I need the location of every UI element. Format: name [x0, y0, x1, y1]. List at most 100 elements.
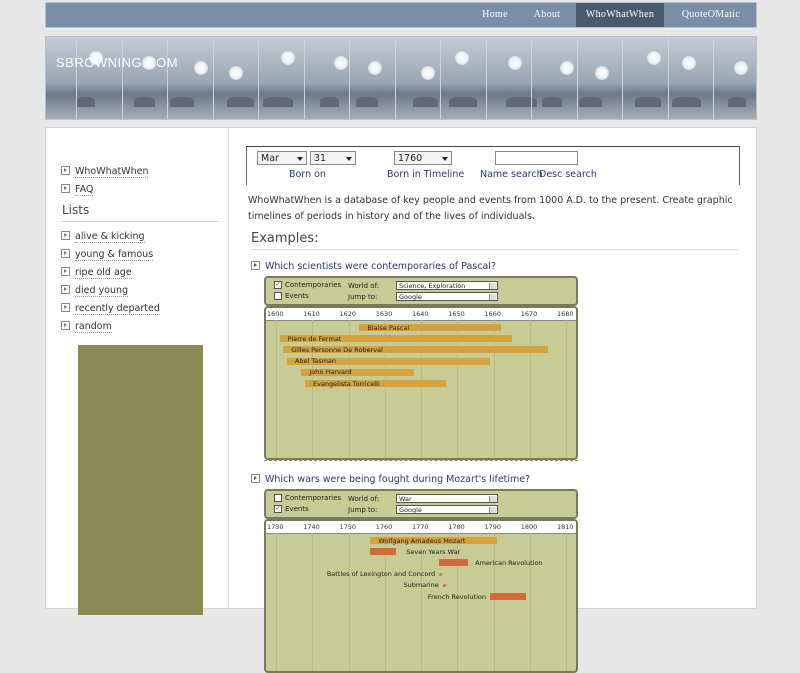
banner-tile: [394, 37, 442, 119]
sidebar-link-recently-departed[interactable]: recently departed: [61, 302, 160, 316]
banner-tile: [121, 37, 169, 119]
world-of-label: World of:: [348, 282, 380, 290]
top-navigation: Home About WhoWhatWhen QuoteOMatic: [45, 2, 757, 28]
divider: [264, 460, 578, 461]
nav-about[interactable]: About: [526, 3, 568, 27]
arrow-bullet-icon: [61, 303, 70, 312]
mountain-silhouette: [578, 97, 602, 107]
banner-tile: [485, 37, 537, 119]
month-select[interactable]: Mar: [257, 151, 307, 165]
event-bar[interactable]: [489, 593, 527, 600]
world-of-select[interactable]: Science, Exploration: [396, 281, 498, 290]
event-bar[interactable]: [439, 572, 443, 576]
sun-glow: [734, 61, 748, 75]
sidebar-link-faq[interactable]: FAQ: [61, 183, 94, 197]
banner-tile: [622, 37, 669, 119]
jump-to-select[interactable]: Google: [396, 292, 498, 301]
born-on-link[interactable]: Born on: [289, 169, 326, 180]
sidebar-link-died-young[interactable]: died young: [61, 284, 129, 298]
timeline-chart: 1730 1740 1750 1760 1770 1780 1790 1800 1810 Wol…: [264, 519, 578, 673]
gridline: [493, 533, 495, 671]
site-title[interactable]: SBROWNING.COM: [56, 55, 178, 70]
name-search-input[interactable]: [495, 151, 578, 165]
gridline: [529, 533, 531, 671]
tick-label: 1620: [339, 310, 357, 318]
event-label: French Revolution: [427, 592, 486, 601]
checkbox-icon: [274, 292, 282, 300]
arrow-bullet-icon: [61, 184, 70, 193]
mountain-silhouette: [263, 97, 293, 107]
year-select[interactable]: 1760: [394, 151, 452, 165]
sidebar-link-young-famous[interactable]: young & famous: [61, 248, 154, 262]
arrow-bullet-icon: [251, 474, 260, 483]
jump-to-select[interactable]: Google: [396, 505, 498, 514]
banner-tile: [576, 37, 624, 119]
dropdown-arrow-icon: [489, 294, 496, 300]
person-label: Pierre de Fermat: [287, 334, 342, 343]
world-of-select[interactable]: War: [396, 494, 498, 503]
banner-tile: [713, 37, 756, 119]
day-select[interactable]: 31: [310, 151, 356, 165]
tick-label: 1750: [339, 523, 357, 531]
checkbox-icon: [274, 494, 282, 502]
divider: [61, 221, 219, 222]
nav-home[interactable]: Home: [478, 3, 512, 27]
mountain-silhouette: [635, 97, 661, 107]
events-checkbox[interactable]: ✓ Events: [274, 505, 309, 513]
nav-whowhatwhen[interactable]: WhoWhatWhen: [576, 3, 664, 27]
event-bar[interactable]: [370, 548, 396, 556]
name-search-link[interactable]: Name search: [480, 169, 543, 180]
banner-tile: [667, 37, 715, 119]
jump-to-label: Jump to:: [348, 293, 378, 301]
sidebar: WhoWhatWhen FAQ Lists alive & kicking yo…: [46, 128, 229, 615]
tick-label: 1640: [412, 310, 429, 318]
born-in-timeline-link[interactable]: Born in Timeline: [387, 169, 464, 180]
content-area: WhoWhatWhen FAQ Lists alive & kicking yo…: [45, 127, 757, 673]
banner: SBROWNING.COM: [45, 36, 757, 120]
events-checkbox[interactable]: Events: [274, 292, 309, 300]
gridline: [529, 320, 531, 458]
gridline: [348, 533, 350, 671]
arrow-bullet-icon: [251, 261, 260, 270]
example-question-mozart[interactable]: Which wars were being fought during Moza…: [251, 474, 530, 485]
sun-glow: [368, 61, 382, 75]
gridline: [276, 533, 277, 671]
dropdown-arrow-icon: [297, 157, 303, 161]
event-label: Submarine: [403, 581, 439, 590]
lists-heading: Lists: [62, 203, 90, 217]
event-bar[interactable]: [439, 559, 469, 567]
arrow-bullet-icon: [61, 231, 70, 240]
banner-tile: [531, 37, 578, 119]
sidebar-link-whowhatwhen[interactable]: WhoWhatWhen: [61, 165, 149, 179]
nav-quoteomatic[interactable]: QuoteOMatic: [672, 3, 750, 27]
contemporaries-checkbox[interactable]: ✓ Contemporaries: [274, 281, 341, 289]
sun-glow: [647, 51, 661, 65]
timeline-controls: Contemporaries ✓ Events World of: Jump to…: [264, 489, 578, 519]
person-label: Abel Tasman: [294, 357, 337, 366]
example-question-pascal[interactable]: Which scientists were contemporaries of …: [251, 261, 496, 272]
banner-tile: [303, 37, 351, 119]
sun-glow: [594, 66, 609, 80]
dropdown-arrow-icon: [346, 157, 352, 161]
mountain-silhouette: [671, 97, 701, 107]
tick-label: 1660: [484, 310, 502, 318]
arrow-bullet-icon: [61, 166, 70, 175]
gridline: [276, 320, 277, 458]
contemporaries-checkbox[interactable]: Contemporaries: [274, 494, 341, 502]
event-bar[interactable]: [442, 583, 446, 587]
event-label: American Revolution: [475, 558, 543, 567]
person-label: Wolfgang Amadeus Mozart: [378, 536, 466, 545]
sidebar-link-alive-kicking[interactable]: alive & kicking: [61, 230, 145, 244]
description: WhoWhatWhen is a database of key people …: [248, 195, 733, 222]
main-content: Mar 31 1760 Born on Born in Timeline Nam…: [246, 128, 756, 673]
sidebar-link-random[interactable]: random: [61, 320, 112, 334]
arrow-bullet-icon: [61, 321, 70, 330]
desc-search-link[interactable]: Desc search: [539, 169, 597, 180]
arrow-bullet-icon: [61, 285, 70, 294]
sidebar-link-ripe-old-age[interactable]: ripe old age: [61, 266, 132, 280]
mountain-silhouette: [170, 97, 194, 107]
sun-glow: [281, 51, 295, 65]
banner-tile: [212, 37, 260, 119]
arrow-bullet-icon: [61, 249, 70, 258]
jump-to-label: Jump to:: [348, 506, 378, 514]
